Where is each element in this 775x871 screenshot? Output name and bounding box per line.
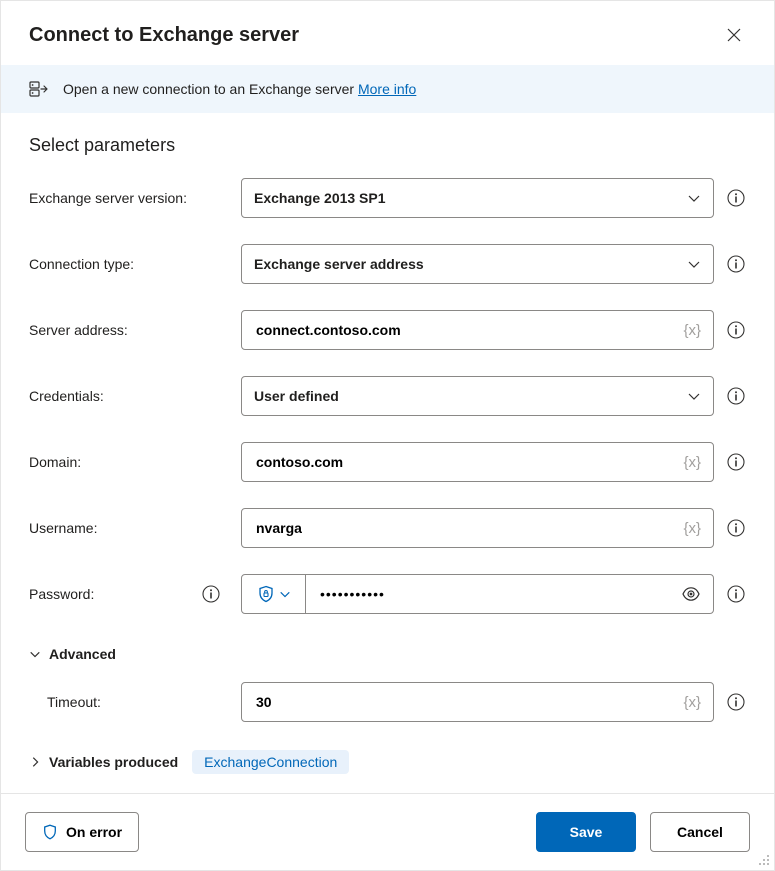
label-domain: Domain: [29, 454, 229, 470]
input-timeout[interactable]: {x} [241, 682, 714, 722]
banner-main-text: Open a new connection to an Exchange ser… [63, 81, 354, 97]
input-username[interactable]: {x} [241, 508, 714, 548]
label-password-text: Password: [29, 586, 94, 602]
server-connect-icon [29, 79, 49, 99]
close-icon [727, 28, 741, 42]
more-info-link[interactable]: More info [358, 81, 416, 97]
row-credentials: Credentials: User defined [29, 376, 746, 416]
info-timeout[interactable] [726, 692, 746, 712]
label-exchange-version: Exchange server version: [29, 190, 229, 206]
info-connection-type[interactable] [726, 254, 746, 274]
variable-token-icon[interactable]: {x} [677, 520, 701, 537]
row-domain: Domain: {x} [29, 442, 746, 482]
row-timeout: Timeout: {x} [29, 682, 746, 722]
eye-icon [681, 584, 701, 604]
input-server-address[interactable]: {x} [241, 310, 714, 350]
info-password-sensitive[interactable] [201, 584, 221, 604]
row-password: Password: [29, 574, 746, 614]
variables-produced-expander[interactable]: Variables produced [29, 748, 178, 776]
info-username[interactable] [726, 518, 746, 538]
row-connection-type: Connection type: Exchange server address [29, 244, 746, 284]
label-connection-type: Connection type: [29, 256, 229, 272]
chevron-down-icon [687, 389, 701, 403]
banner-text: Open a new connection to an Exchange ser… [63, 81, 416, 97]
cancel-label: Cancel [677, 824, 723, 840]
variables-produced-row: Variables produced ExchangeConnection [29, 748, 746, 776]
shield-lock-icon [257, 585, 275, 603]
dialog-header: Connect to Exchange server [1, 1, 774, 65]
dialog-content: Select parameters Exchange server versio… [1, 113, 774, 793]
server-address-field[interactable] [254, 321, 677, 339]
select-exchange-version-value: Exchange 2013 SP1 [254, 190, 386, 206]
chevron-down-icon [279, 588, 291, 600]
variable-token-icon[interactable]: {x} [677, 694, 701, 711]
row-exchange-version: Exchange server version: Exchange 2013 S… [29, 178, 746, 218]
on-error-label: On error [66, 824, 122, 840]
timeout-field[interactable] [254, 693, 677, 711]
info-password[interactable] [726, 584, 746, 604]
save-button[interactable]: Save [536, 812, 636, 852]
input-domain[interactable]: {x} [241, 442, 714, 482]
chevron-down-icon [29, 648, 41, 660]
select-exchange-version[interactable]: Exchange 2013 SP1 [241, 178, 714, 218]
select-connection-type-value: Exchange server address [254, 256, 424, 272]
select-credentials-value: User defined [254, 388, 339, 404]
shield-outline-icon [42, 824, 58, 840]
row-username: Username: {x} [29, 508, 746, 548]
password-reveal-button[interactable] [669, 584, 713, 604]
info-domain[interactable] [726, 452, 746, 472]
chevron-down-icon [687, 257, 701, 271]
domain-field[interactable] [254, 453, 677, 471]
chevron-right-icon [29, 756, 41, 768]
dialog-footer: On error Save Cancel [1, 793, 774, 870]
variable-token-icon[interactable]: {x} [677, 454, 701, 471]
label-password: Password: [29, 584, 229, 604]
advanced-expander[interactable]: Advanced [29, 640, 746, 668]
dialog: Connect to Exchange server Open a new co… [0, 0, 775, 871]
password-shield-dropdown[interactable] [242, 575, 306, 613]
advanced-label: Advanced [49, 646, 116, 662]
dialog-title: Connect to Exchange server [29, 24, 299, 47]
label-server-address: Server address: [29, 322, 229, 338]
info-banner: Open a new connection to an Exchange ser… [1, 65, 774, 113]
section-title: Select parameters [29, 135, 746, 156]
password-field[interactable] [318, 585, 657, 603]
info-server-address[interactable] [726, 320, 746, 340]
chevron-down-icon [687, 191, 701, 205]
select-connection-type[interactable]: Exchange server address [241, 244, 714, 284]
cancel-button[interactable]: Cancel [650, 812, 750, 852]
row-server-address: Server address: {x} [29, 310, 746, 350]
label-credentials: Credentials: [29, 388, 229, 404]
password-control [241, 574, 714, 614]
variables-produced-label: Variables produced [49, 754, 178, 770]
variable-token-icon[interactable]: {x} [677, 322, 701, 339]
close-button[interactable] [718, 19, 750, 51]
info-credentials[interactable] [726, 386, 746, 406]
variable-pill[interactable]: ExchangeConnection [192, 750, 349, 774]
info-exchange-version[interactable] [726, 188, 746, 208]
on-error-button[interactable]: On error [25, 812, 139, 852]
save-label: Save [570, 824, 603, 840]
label-username: Username: [29, 520, 229, 536]
label-timeout: Timeout: [47, 694, 229, 710]
select-credentials[interactable]: User defined [241, 376, 714, 416]
username-field[interactable] [254, 519, 677, 537]
